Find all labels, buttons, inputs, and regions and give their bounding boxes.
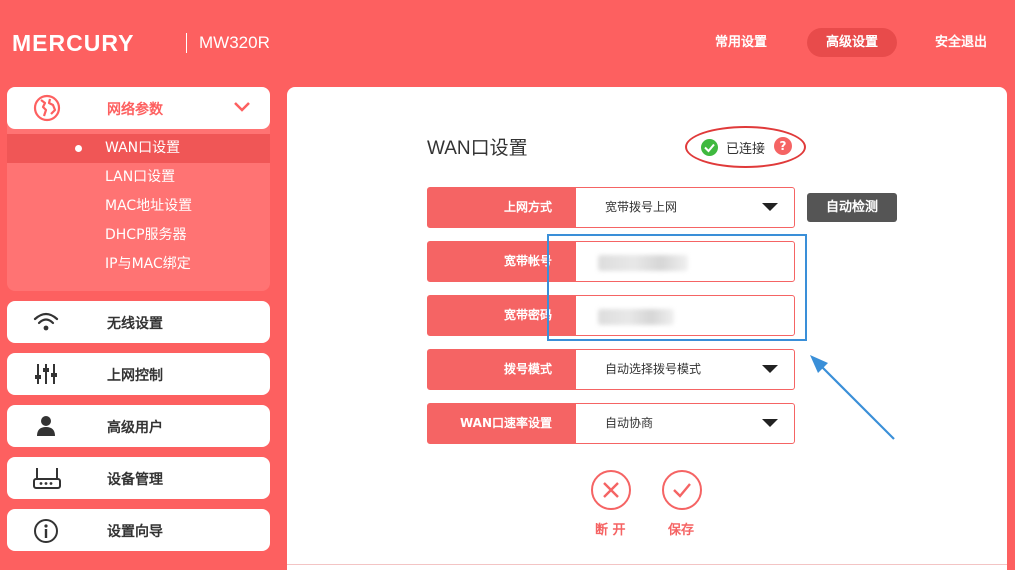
sidebar-item-access-control[interactable]: 上网控制: [7, 353, 270, 395]
top-bar: MERCURY MW320R 常用设置 高级设置 安全退出: [0, 0, 1015, 86]
connection-type-select[interactable]: 上网方式 宽带拨号上网: [427, 187, 795, 228]
sidebar-subitem-label: IP与MAC绑定: [105, 256, 191, 272]
info-icon: [33, 518, 59, 543]
nav-common-settings[interactable]: 常用设置: [700, 28, 782, 57]
disconnect-button[interactable]: [591, 470, 631, 510]
check-icon: [673, 483, 691, 498]
sidebar-subitem-dhcp[interactable]: DHCP服务器: [7, 221, 270, 250]
chevron-down-icon: [233, 99, 251, 118]
field-label: 拨号模式: [428, 350, 576, 389]
sidebar-subitem-label: WAN口设置: [105, 140, 181, 156]
sidebar-subitem-wan[interactable]: WAN口设置: [7, 134, 270, 163]
dropdown-caret-icon: [762, 365, 778, 373]
router-icon: [33, 466, 61, 490]
sidebar-item-device-management[interactable]: 设备管理: [7, 457, 270, 499]
save-button[interactable]: [662, 470, 702, 510]
annotation-arrow-icon: [810, 355, 895, 440]
main-panel: WAN口设置 已连接 ? 上网方式 宽带拨号上网 自动检测 宽带帐号 宽带密码 …: [287, 87, 1007, 570]
sidebar-item-label: 设备管理: [107, 472, 163, 488]
sidebar-subitem-label: MAC地址设置: [105, 198, 193, 214]
globe-icon: [33, 94, 61, 126]
model-name: MW320R: [199, 33, 270, 52]
sidebar-subitem-label: LAN口设置: [105, 169, 176, 185]
page-title: WAN口设置: [427, 138, 528, 159]
field-label: 上网方式: [428, 188, 576, 227]
sidebar-item-network-params[interactable]: 网络参数: [7, 87, 270, 129]
auto-detect-button[interactable]: 自动检测: [807, 193, 897, 222]
sidebar-network-params: 网络参数 WAN口设置 LAN口设置 MAC地址设置 DHCP服务器 IP与MA…: [7, 87, 270, 291]
nav-logout[interactable]: 安全退出: [920, 28, 1002, 57]
sidebar-item-label: 设置向导: [107, 524, 163, 540]
check-icon: [701, 139, 718, 156]
brand-logo: MERCURY: [12, 30, 135, 56]
sidebar-item-label: 网络参数: [107, 102, 163, 118]
dial-mode-select[interactable]: 拨号模式 自动选择拨号模式: [427, 349, 795, 390]
close-icon: [603, 482, 619, 498]
nav-advanced-settings[interactable]: 高级设置: [807, 28, 897, 57]
help-icon[interactable]: ?: [774, 137, 792, 155]
sidebar-item-setup-wizard[interactable]: 设置向导: [7, 509, 270, 551]
brand-divider: [186, 33, 187, 53]
field-value: 宽带拨号上网: [605, 200, 678, 214]
field-value: 自动协商: [605, 416, 654, 430]
sidebar-item-advanced-users[interactable]: 高级用户: [7, 405, 270, 447]
save-label: 保存: [668, 523, 695, 538]
dropdown-caret-icon: [762, 203, 778, 211]
user-icon: [33, 414, 59, 438]
divider: [287, 564, 1007, 565]
sidebar-subitem-lan[interactable]: LAN口设置: [7, 163, 270, 192]
dropdown-caret-icon: [762, 419, 778, 427]
field-value: 自动选择拨号模式: [605, 362, 702, 376]
sidebar-item-label: 无线设置: [107, 316, 163, 332]
sidebar-subitem-ip-mac-binding[interactable]: IP与MAC绑定: [7, 250, 270, 279]
sidebar-subitem-label: DHCP服务器: [105, 227, 187, 243]
sidebar-subitem-mac[interactable]: MAC地址设置: [7, 192, 270, 221]
field-label: WAN口速率设置: [428, 404, 576, 443]
sidebar-item-wireless[interactable]: 无线设置: [7, 301, 270, 343]
disconnect-label: 断 开: [595, 523, 626, 538]
annotation-highlight-box: [547, 234, 807, 341]
wifi-icon: [33, 310, 59, 334]
connection-status: 已连接: [726, 142, 766, 157]
sliders-icon: [33, 362, 59, 386]
active-dot-icon: [75, 145, 82, 152]
sidebar-item-label: 高级用户: [107, 420, 163, 436]
wan-speed-select[interactable]: WAN口速率设置 自动协商: [427, 403, 795, 444]
sidebar-item-label: 上网控制: [107, 368, 163, 384]
